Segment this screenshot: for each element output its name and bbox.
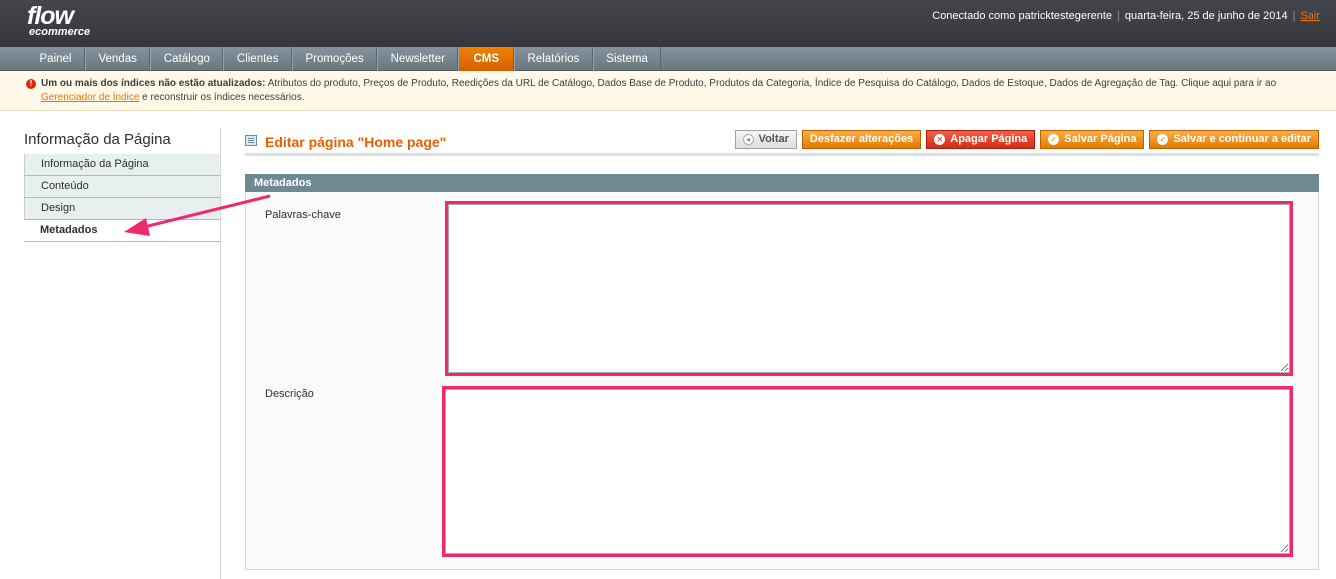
tab-design[interactable]: Design	[24, 198, 221, 220]
reset-button-label: Desfazer alterações	[809, 133, 914, 145]
tab-metadata[interactable]: Metadados	[24, 220, 221, 242]
logged-in-user: Conectado como patricktestegerente	[932, 10, 1113, 22]
back-arrow-icon: ◂	[742, 134, 754, 145]
nav-item-vendas[interactable]: Vendas	[84, 47, 151, 71]
metadata-fieldset-title: Metadados	[245, 174, 1319, 192]
notice-text: Atributos do produto, Preços de Produto,…	[265, 78, 1277, 89]
nav-item-newsletter[interactable]: Newsletter	[377, 47, 459, 71]
delete-page-button[interactable]: ✕ Apagar Página	[926, 130, 1036, 149]
error-icon: !	[26, 79, 36, 89]
save-continue-button[interactable]: ✓ Salvar e continuar a editar	[1149, 130, 1319, 149]
tab-page-info[interactable]: Informação da Página	[24, 154, 221, 176]
description-highlight	[442, 386, 1293, 557]
header-separator: |	[1292, 10, 1296, 22]
flow-logo[interactable]: flow ecommerce	[27, 2, 91, 38]
header-links: Conectado como patricktestegerente | quart…	[932, 10, 1320, 22]
header-separator: |	[1117, 10, 1120, 22]
description-label: Descrição	[265, 388, 314, 400]
index-warning-notice: ! Um ou mais dos índices não estão atual…	[0, 71, 1336, 111]
page-title: Editar página "Home page"	[265, 134, 447, 150]
back-button-label: Voltar	[758, 133, 789, 145]
delete-x-icon: ✕	[934, 134, 946, 145]
nav-item-relatorios[interactable]: Relatórios	[514, 47, 593, 71]
sidebar-title: Informação da Página	[24, 131, 171, 148]
delete-button-label: Apagar Página	[950, 133, 1028, 145]
save-button-label: Salvar Página	[1064, 133, 1137, 145]
keywords-textarea[interactable]	[448, 204, 1290, 373]
action-buttons: ◂ Voltar Desfazer alterações ✕ Apagar Pági…	[734, 130, 1319, 149]
save-check-icon: ✓	[1048, 134, 1060, 145]
page-header: Editar página "Home page" ◂ Voltar Desfaz…	[245, 130, 1319, 156]
page-tabs: Informação da Página Conteúdo Design Met…	[24, 154, 221, 242]
logout-link[interactable]: Sair	[1300, 10, 1320, 22]
top-header: flow ecommerce Conectado como patricktes…	[0, 0, 1336, 47]
current-date: quarta-feira, 25 de junho de 2014	[1124, 10, 1288, 22]
notice-bold-text: Um ou mais dos índices não estão atualiz…	[41, 78, 266, 89]
nav-item-clientes[interactable]: Clientes	[223, 47, 292, 71]
logo-main-text: flow	[27, 2, 74, 30]
save-continue-check-icon: ✓	[1157, 134, 1169, 145]
save-continue-button-label: Salvar e continuar a editar	[1173, 133, 1311, 145]
notice-text-after: e reconstruir os índices necessários.	[139, 92, 305, 103]
keywords-highlight	[445, 201, 1293, 376]
logo-sub-text: ecommerce	[29, 26, 91, 38]
nav-item-promocoes[interactable]: Promoções	[291, 47, 378, 71]
tab-content[interactable]: Conteúdo	[24, 176, 221, 198]
nav-item-cms[interactable]: CMS	[458, 47, 515, 71]
nav-item-sistema[interactable]: Sistema	[592, 47, 662, 71]
main-nav: Painel Vendas Catálogo Clientes Promoçõe…	[0, 47, 1336, 71]
save-page-button[interactable]: ✓ Salvar Página	[1040, 130, 1145, 149]
nav-item-catalogo[interactable]: Catálogo	[150, 47, 224, 71]
metadata-fieldset: Palavras-chave Descrição	[245, 192, 1319, 570]
reset-button[interactable]: Desfazer alterações	[801, 130, 922, 149]
sidebar-divider	[220, 128, 221, 579]
keywords-label: Palavras-chave	[265, 209, 341, 221]
page-icon	[245, 135, 257, 146]
description-textarea[interactable]	[445, 389, 1290, 554]
back-button[interactable]: ◂ Voltar	[734, 130, 797, 149]
index-manager-link[interactable]: Gerenciador de Índice	[41, 92, 139, 103]
nav-item-painel[interactable]: Painel	[27, 47, 85, 71]
